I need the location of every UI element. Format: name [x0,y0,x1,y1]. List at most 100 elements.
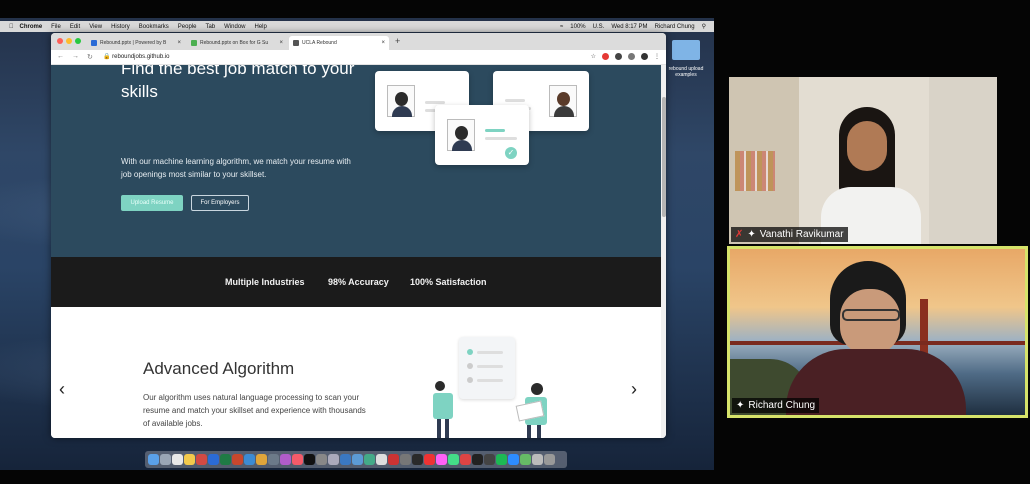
spotify-icon[interactable] [496,454,507,465]
music-icon[interactable] [292,454,303,465]
close-tab-icon[interactable]: × [275,40,283,46]
tab-rebound-pptx[interactable]: Rebound.pptx | Powered by B × [87,36,185,50]
forward-arrow-icon[interactable]: → [72,53,79,61]
card-line-accent [485,129,505,132]
participant-face [847,121,887,171]
nav-buttons: ← → ↻ [57,53,93,61]
chrome-icon[interactable] [256,454,267,465]
back-arrow-icon[interactable]: ← [57,53,64,61]
extension-icon[interactable] [615,53,622,60]
profile-avatar[interactable] [641,53,648,60]
apple-icon[interactable]:  [9,24,14,30]
vscode-icon[interactable] [340,454,351,465]
avatar [387,85,415,117]
extensions-puzzle-icon[interactable] [628,53,635,60]
menu-bookmarks[interactable]: Bookmarks [139,24,169,30]
app-icon[interactable] [532,454,543,465]
menu-tab[interactable]: Tab [205,24,215,30]
minimize-window-button[interactable] [66,38,72,44]
for-employers-button[interactable]: For Employers [191,195,249,211]
bookmark-star-icon[interactable]: ☆ [591,53,596,60]
screen-root:  Chrome File Edit View History Bookmark… [0,0,1030,484]
app-icon[interactable] [196,454,207,465]
app-icon[interactable] [400,454,411,465]
menu-file[interactable]: File [51,24,61,30]
desktop-folder-icon[interactable] [672,40,700,60]
page-scrollbar-thumb[interactable] [662,97,666,217]
terminal-icon[interactable] [472,454,483,465]
app-icon[interactable] [520,454,531,465]
zoom-window-button[interactable] [75,38,81,44]
participant-tile-vanathi[interactable]: ✗ ✦ Vanathi Ravikumar [729,77,997,244]
menu-view[interactable]: View [89,24,102,30]
web-page: Find the best job match to your skills W… [51,65,661,438]
app-icon[interactable] [352,454,363,465]
doc-bullet [467,377,473,383]
window-controls [57,38,81,44]
tv-icon[interactable] [304,454,315,465]
person-leg-icon [437,419,441,438]
menu-people[interactable]: People [178,24,197,30]
tab-favicon-icon [293,40,299,46]
tab-title: Rebound.pptx on Box for G Su [200,40,269,46]
new-tab-button[interactable]: + [395,36,400,46]
menu-edit[interactable]: Edit [70,24,80,30]
upload-resume-button[interactable]: Upload Resume [121,195,183,211]
browser-window: Rebound.pptx | Powered by B × Rebound.pp… [51,33,666,438]
app-icon[interactable] [388,454,399,465]
menu-window[interactable]: Window [224,24,245,30]
close-tab-icon[interactable]: × [377,40,385,46]
app-icon[interactable] [328,454,339,465]
menu-history[interactable]: History [111,24,130,30]
zoom-icon[interactable] [508,454,519,465]
excel-icon[interactable] [220,454,231,465]
participant-tile-richard[interactable]: ✦ Richard Chung [727,246,1028,418]
spotlight-search-icon[interactable]: ⚲ [702,23,706,30]
desktop-folder-label[interactable]: rebound upload examples [660,66,712,78]
avatar-body-icon [554,106,574,117]
battery-percent[interactable]: 100% [570,24,585,30]
wifi-icon[interactable]: ≈ [560,24,563,30]
calendar-icon[interactable] [172,454,183,465]
menu-help[interactable]: Help [255,24,267,30]
app-store-icon[interactable] [244,454,255,465]
app-icon[interactable] [484,454,495,465]
reload-icon[interactable]: ↻ [87,53,93,61]
app-icon[interactable] [424,454,435,465]
pin-icon: ✦ [736,400,745,411]
address-bar[interactable]: 🔒 reboundjobs.github.io [103,53,170,60]
close-window-button[interactable] [57,38,63,44]
menubar-clock[interactable]: Wed 8:17 PM [611,24,647,30]
word-icon[interactable] [208,454,219,465]
adobe-xd-icon[interactable] [436,454,447,465]
menu-app-chrome[interactable]: Chrome [20,24,43,30]
card-line [485,137,517,140]
tab-ucla-rebound[interactable]: UCLA Rebound × [289,36,389,50]
podcasts-icon[interactable] [280,454,291,465]
tab-rebound-box[interactable]: Rebound.pptx on Box for G Su × [187,36,287,50]
app-icon[interactable] [268,454,279,465]
trash-icon[interactable] [544,454,555,465]
finder-icon[interactable] [148,454,159,465]
participant-name: Vanathi Ravikumar [759,229,844,240]
app-icon[interactable] [316,454,327,465]
avatar-head-icon [395,92,408,106]
menu-kebab-icon[interactable]: ⋮ [654,53,660,60]
app-icon[interactable] [364,454,375,465]
app-icon[interactable] [376,454,387,465]
extension-icon[interactable] [602,53,609,60]
app-icon[interactable] [448,454,459,465]
app-icon[interactable] [460,454,471,465]
carousel-prev-button[interactable]: ‹ [59,379,65,400]
notes-icon[interactable] [184,454,195,465]
carousel-next-button[interactable]: › [631,379,637,400]
browser-tabbar: Rebound.pptx | Powered by B × Rebound.pp… [51,33,666,50]
close-tab-icon[interactable]: × [173,40,181,46]
app-icon[interactable] [412,454,423,465]
participant-nametag: ✦ Richard Chung [732,398,820,413]
input-language[interactable]: U.S. [593,24,605,30]
menubar-user[interactable]: Richard Chung [655,24,695,30]
powerpoint-icon[interactable] [232,454,243,465]
matched-card-illustration: ✓ [435,105,529,165]
launchpad-icon[interactable] [160,454,171,465]
